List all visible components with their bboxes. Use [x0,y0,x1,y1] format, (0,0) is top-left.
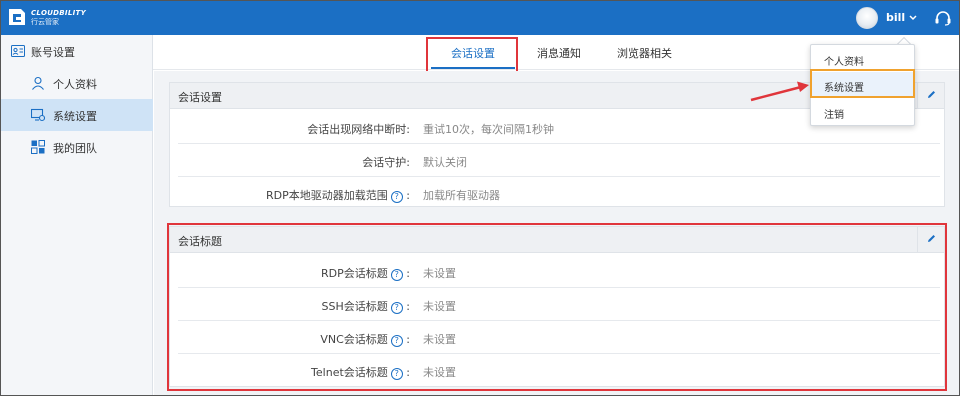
sidebar-header: 账号设置 [1,41,153,63]
setting-label: 会话守护: [362,156,410,169]
menu-item-label: 个人资料 [824,57,864,68]
sidebar-header-label: 账号设置 [31,46,75,59]
sidebar-item-label: 系统设置 [53,110,97,123]
top-bar: CLOUDBILITY 行云管家 bill [1,1,959,35]
panel-title: 会话设置 [178,91,222,104]
app-window: CLOUDBILITY 行云管家 bill 账号设置 个人资料 系统设置 我的团… [0,0,960,396]
edit-button[interactable] [917,83,944,108]
menu-item-logout[interactable]: 注销 [811,99,914,125]
chevron-down-icon[interactable] [908,10,918,24]
label-colon: : [406,189,410,202]
setting-value: 默认关闭 [423,156,467,169]
setting-label: RDP本地驱动器加载范围 [266,189,388,202]
tab-browser[interactable]: 浏览器相关 [617,45,672,61]
setting-row: RDP本地驱动器加载范围? : 加载所有驱动器 [178,177,940,210]
tab-message-notify[interactable]: 消息通知 [537,45,581,61]
avatar[interactable] [856,7,878,29]
headset-icon[interactable] [934,10,952,26]
logo-text-en: CLOUDBILITY [31,9,86,17]
highlight-box-menu [810,69,915,98]
team-grid-icon [31,140,45,154]
setting-value: 重试10次，每次间隔1秒钟 [423,123,554,136]
sidebar: 账号设置 个人资料 系统设置 我的团队 [1,35,153,395]
menu-item-label: 注销 [824,110,844,121]
sidebar-item-label: 个人资料 [53,78,97,91]
sidebar-item-my-team[interactable]: 我的团队 [1,131,153,163]
cloudbility-logo-icon[interactable] [7,6,27,28]
setting-label: 会话出现网络中断时: [307,123,410,136]
sidebar-item-profile[interactable]: 个人资料 [1,67,153,99]
help-icon[interactable]: ? [390,191,403,203]
sidebar-item-system-settings[interactable]: 系统设置 [1,99,153,131]
highlight-box-panel [167,223,947,391]
logo-text-cn: 行云管家 [31,18,59,26]
highlight-box-tab [426,37,518,73]
annotation-arrow-icon [750,81,809,102]
setting-row: 会话守护: 默认关闭 [178,144,940,177]
monitor-settings-icon [31,108,45,122]
username[interactable]: bill [886,11,905,24]
id-card-icon [11,45,25,57]
setting-value: 加载所有驱动器 [423,189,500,202]
user-icon [32,76,44,90]
sidebar-item-label: 我的团队 [53,142,97,155]
setting-label-wrap: RDP本地驱动器加载范围? : [266,187,410,203]
logo-text: CLOUDBILITY 行云管家 [31,9,86,27]
pencil-icon [928,91,935,98]
